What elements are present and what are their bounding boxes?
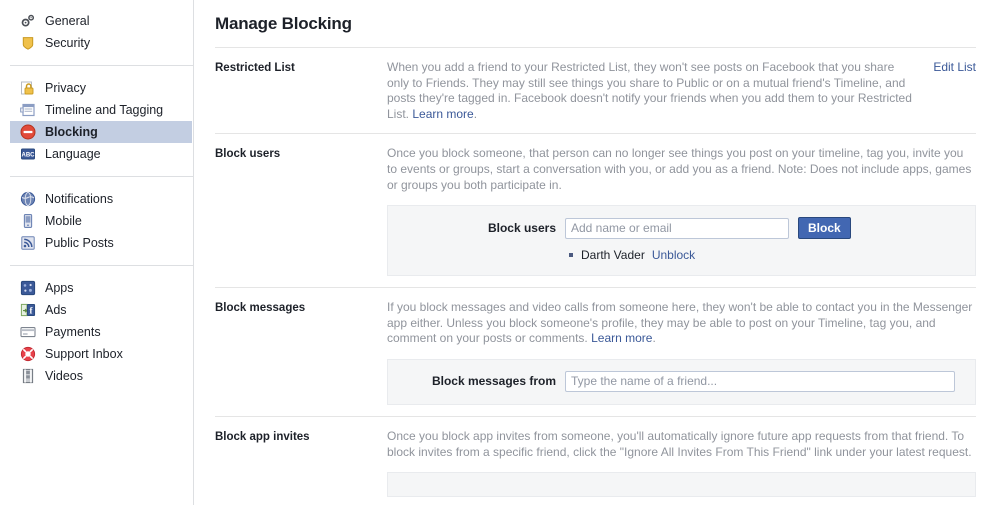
sidebar-item-label: Privacy xyxy=(45,81,86,95)
period: . xyxy=(473,106,478,121)
description-text: If you block messages and video calls fr… xyxy=(387,300,973,346)
card-icon xyxy=(20,324,36,340)
block-messages-label: Block messages from xyxy=(431,374,556,389)
sidebar-item-mobile[interactable]: Mobile xyxy=(10,210,192,232)
sidebar-item-general[interactable]: General xyxy=(10,10,192,32)
block-button[interactable]: Block xyxy=(798,217,851,240)
apps-icon xyxy=(20,280,36,296)
sidebar-item-videos[interactable]: Videos xyxy=(10,365,192,387)
sidebar-item-language[interactable]: ABC Language xyxy=(10,143,192,165)
section-title: Block app invites xyxy=(215,430,310,443)
blocked-user-name: Darth Vader xyxy=(581,248,645,263)
sidebar-item-label: Security xyxy=(45,36,91,50)
section-block-users: Block users Once you block someone, that… xyxy=(215,134,976,289)
sidebar-group-privacy: Privacy Timeline and Tagging Blocking AB… xyxy=(0,77,193,165)
sidebar-item-label: Apps xyxy=(45,281,74,295)
period: . xyxy=(652,331,656,346)
padlock-icon xyxy=(20,80,36,96)
sidebar-item-label: Language xyxy=(45,147,101,161)
sidebar-item-ads[interactable]: f Ads xyxy=(10,299,192,321)
sidebar-item-label: Timeline and Tagging xyxy=(45,103,164,117)
no-entry-icon xyxy=(20,124,36,140)
sidebar-item-label: Blocking xyxy=(45,125,98,139)
sidebar-item-label: Public Posts xyxy=(45,236,114,250)
bullet-icon xyxy=(569,253,573,258)
sidebar-divider xyxy=(10,176,193,177)
sidebar-group-notifications: Notifications Mobile Public Posts xyxy=(0,188,193,254)
sidebar-group-account: General Security xyxy=(0,10,193,54)
block-app-invites-form xyxy=(387,472,976,498)
section-block-app-invites: Block app invites Once you block app inv… xyxy=(215,417,976,505)
block-users-label: Block users xyxy=(487,221,556,236)
section-title: Block users xyxy=(215,148,281,161)
sidebar-item-label: Notifications xyxy=(45,192,114,206)
sidebar-item-label: Ads xyxy=(45,303,67,317)
sidebar-item-label: Videos xyxy=(45,369,83,383)
sidebar-divider xyxy=(10,265,193,266)
abc-badge-icon: ABC xyxy=(20,146,36,162)
block-users-form: Block users Block Darth Vader Unblock xyxy=(387,205,976,277)
timeline-icon xyxy=(20,102,36,118)
settings-page: General Security Privacy Timeline and Ta… xyxy=(0,0,990,505)
sidebar-group-apps: Apps f Ads Payments Support Inbox Videos xyxy=(0,277,193,387)
edit-list-link[interactable]: Edit List xyxy=(933,60,976,74)
sidebar-item-label: General xyxy=(45,14,90,28)
sidebar-item-public-posts[interactable]: Public Posts xyxy=(10,232,192,254)
ads-icon: f xyxy=(20,302,36,318)
unblock-link[interactable]: Unblock xyxy=(652,247,695,263)
section-description: Once you block someone, that person can … xyxy=(387,146,972,192)
sidebar-item-privacy[interactable]: Privacy xyxy=(10,77,192,99)
sidebar-item-blocking[interactable]: Blocking xyxy=(10,121,192,143)
learn-more-link[interactable]: Learn more xyxy=(412,107,473,121)
blocked-users-list: Darth Vader Unblock xyxy=(400,247,963,263)
block-messages-form: Block messages from xyxy=(387,358,976,405)
learn-more-link[interactable]: Learn more xyxy=(591,331,652,345)
sidebar-item-label: Payments xyxy=(45,325,101,339)
filmstrip-icon xyxy=(20,368,36,384)
sidebar-item-support-inbox[interactable]: Support Inbox xyxy=(10,343,192,365)
shield-icon xyxy=(20,35,36,51)
sidebar-item-label: Support Inbox xyxy=(45,347,123,361)
rss-icon xyxy=(20,235,36,251)
section-description: If you block messages and video calls fr… xyxy=(387,300,976,347)
sidebar-item-notifications[interactable]: Notifications xyxy=(10,188,192,210)
section-title: Restricted List xyxy=(215,62,295,74)
section-block-messages: Block messages If you block messages and… xyxy=(215,288,976,417)
sidebar-item-payments[interactable]: Payments xyxy=(10,321,192,343)
sidebar-item-timeline-and-tagging[interactable]: Timeline and Tagging xyxy=(10,99,192,121)
list-item: Darth Vader Unblock xyxy=(569,247,963,263)
section-description: When you add a friend to your Restricted… xyxy=(387,60,919,122)
settings-content: Manage Blocking Restricted List When you… xyxy=(194,0,990,505)
sidebar-item-label: Mobile xyxy=(45,214,82,228)
block-messages-input[interactable] xyxy=(565,370,955,392)
svg-text:ABC: ABC xyxy=(22,153,36,159)
gears-icon xyxy=(20,13,36,29)
page-title: Manage Blocking xyxy=(215,14,352,33)
settings-sidebar: General Security Privacy Timeline and Ta… xyxy=(0,0,194,505)
sidebar-item-security[interactable]: Security xyxy=(10,32,192,54)
phone-icon xyxy=(20,213,36,229)
section-description: Once you block app invites from someone,… xyxy=(387,428,972,459)
block-users-input[interactable] xyxy=(565,217,789,239)
sidebar-item-apps[interactable]: Apps xyxy=(10,277,192,299)
section-restricted-list: Restricted List When you add a friend to… xyxy=(215,48,976,135)
section-title: Block messages xyxy=(215,302,306,315)
lifering-icon xyxy=(20,346,36,362)
sidebar-divider xyxy=(10,65,193,66)
globe-icon xyxy=(20,191,36,207)
